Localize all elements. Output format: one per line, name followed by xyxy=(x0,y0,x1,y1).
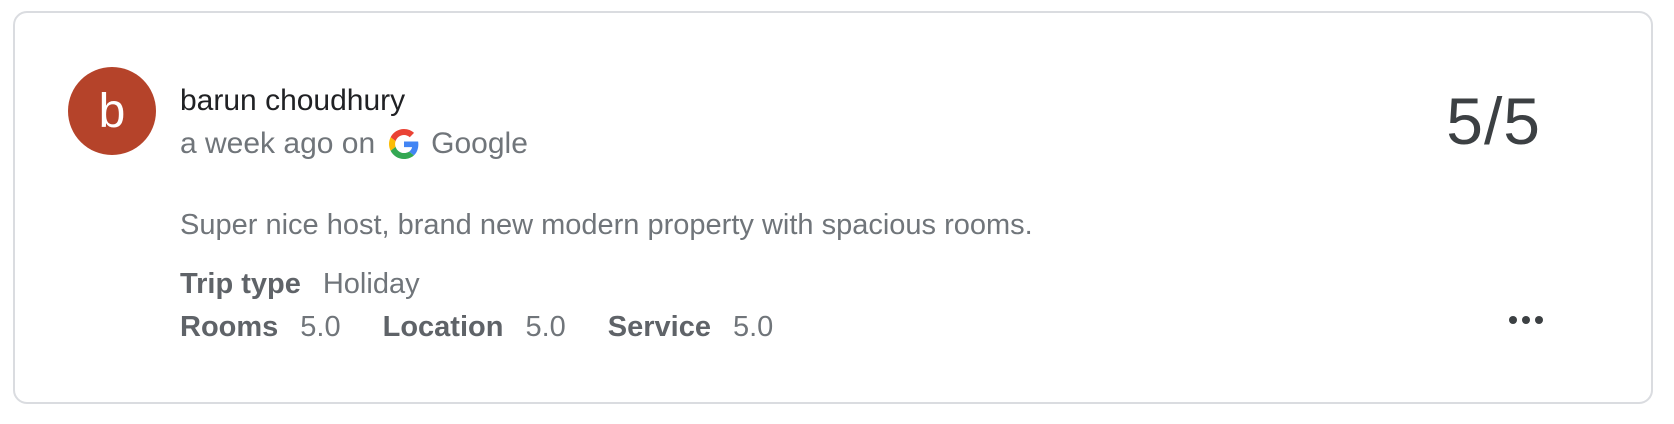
dot xyxy=(1535,316,1543,324)
review-meta: a week ago on Google xyxy=(180,127,528,161)
rating-label-rooms: Rooms xyxy=(180,311,279,343)
dot xyxy=(1522,316,1530,324)
review-source: Google xyxy=(431,127,528,160)
rating-label-service: Service xyxy=(607,311,711,343)
trip-type-label: Trip type xyxy=(180,268,301,300)
google-g-icon xyxy=(389,129,419,159)
review-text: Super nice host, brand new modern proper… xyxy=(180,209,1033,241)
review-score: 5/5 xyxy=(1446,84,1541,158)
avatar[interactable]: b xyxy=(68,67,156,155)
rating-label-location: Location xyxy=(382,311,504,343)
rating-value-service: 5.0 xyxy=(733,311,774,343)
reviewer-name[interactable]: barun choudhury xyxy=(180,84,405,118)
rating-value-location: 5.0 xyxy=(525,311,566,343)
review-card: b barun choudhury a week ago on Google 5… xyxy=(13,11,1653,404)
ratings-row: Rooms 5.0 Location 5.0 Service 5.0 xyxy=(180,311,815,344)
avatar-letter: b xyxy=(98,84,126,138)
dot xyxy=(1509,316,1517,324)
trip-type-row: Trip type Holiday xyxy=(180,268,462,301)
review-time: a week ago on xyxy=(180,127,376,160)
trip-type-value: Holiday xyxy=(322,268,420,300)
rating-value-rooms: 5.0 xyxy=(300,311,341,343)
more-options-icon[interactable] xyxy=(1509,313,1543,327)
